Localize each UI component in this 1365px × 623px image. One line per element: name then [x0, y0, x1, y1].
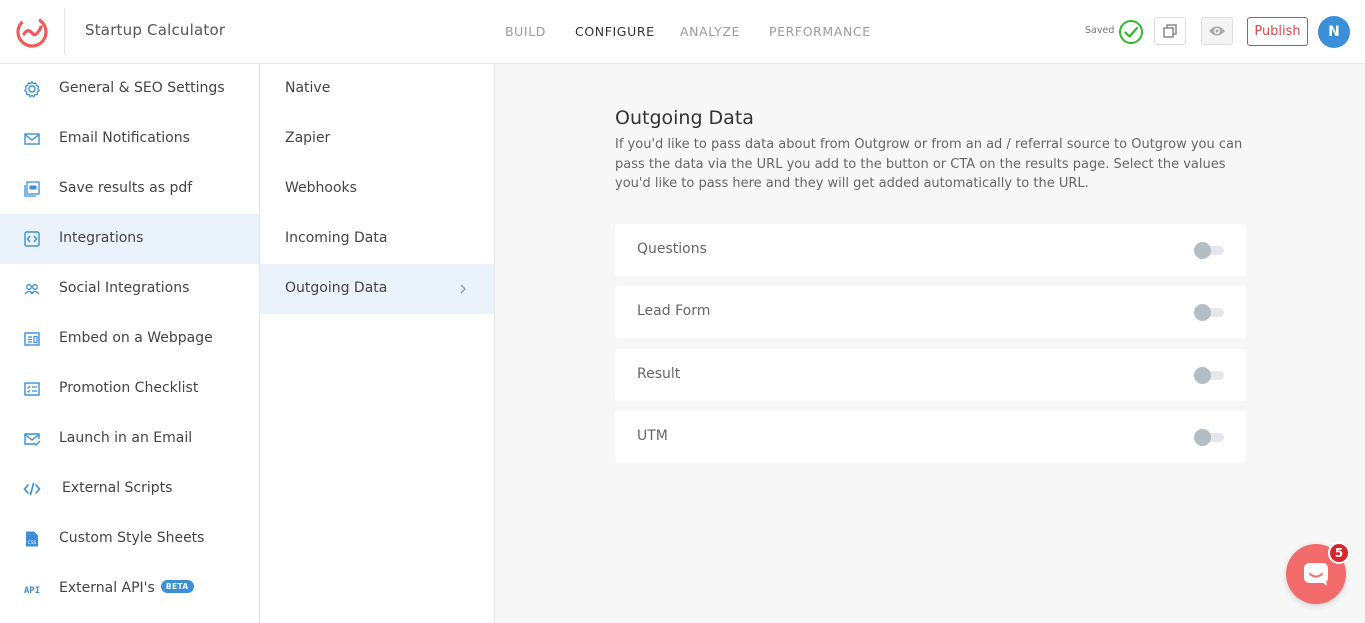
embed-icon — [24, 332, 40, 346]
users-icon — [24, 284, 40, 295]
toggle-knob — [1194, 367, 1211, 384]
sidebar-item-label: Embed on a Webpage — [59, 330, 213, 346]
tab-analyze[interactable]: ANALYZE — [680, 24, 740, 39]
sidebar-item-social-integrations[interactable]: Social Integrations — [0, 264, 259, 314]
top-header: Startup Calculator BUILD CONFIGURE ANALY… — [0, 0, 1365, 64]
tab-performance[interactable]: PERFORMANCE — [769, 24, 871, 39]
saved-label: Saved — [1085, 25, 1115, 36]
page-description: If you'd like to pass data about from Ou… — [615, 137, 1243, 191]
css-file-icon: CSS — [26, 531, 38, 547]
sidebar-item-save-pdf[interactable]: Save results as pdf — [0, 164, 259, 214]
sidebar-item-label: External Scripts — [62, 480, 173, 496]
toggle-knob — [1194, 304, 1211, 321]
result-toggle[interactable] — [1194, 367, 1224, 384]
option-row-result: Result — [615, 349, 1246, 401]
tab-configure[interactable]: CONFIGURE — [575, 24, 655, 39]
option-row-lead-form: Lead Form — [615, 286, 1246, 338]
beta-badge: BETA — [160, 579, 194, 593]
submenu-item-label: Outgoing Data — [285, 280, 388, 296]
page-title: Outgoing Data — [615, 107, 754, 129]
questions-toggle[interactable] — [1194, 242, 1224, 259]
saved-check-icon — [1119, 20, 1143, 44]
sidebar-item-label: Promotion Checklist — [59, 380, 199, 396]
sidebar-item-promotion-checklist[interactable]: Promotion Checklist — [0, 364, 259, 414]
preview-button[interactable] — [1201, 17, 1233, 45]
sidebar-item-external-scripts[interactable]: External Scripts — [0, 464, 259, 514]
toggle-knob — [1194, 242, 1211, 259]
option-row-utm: UTM — [615, 411, 1246, 463]
checklist-icon — [24, 382, 40, 396]
toggle-knob — [1194, 429, 1211, 446]
sidebar-item-email-notifications[interactable]: Email Notifications — [0, 114, 259, 164]
sidebar-item-label: External API's BETA — [59, 579, 194, 596]
envelope-icon — [24, 133, 40, 145]
chevron-right-icon — [460, 284, 466, 294]
option-label: UTM — [637, 428, 668, 444]
chat-unread-badge: 5 — [1328, 542, 1350, 564]
chat-icon — [1304, 563, 1328, 586]
option-row-questions: Questions — [615, 224, 1246, 276]
submenu-item-incoming-data[interactable]: Incoming Data — [260, 214, 494, 264]
duplicate-button[interactable] — [1154, 17, 1186, 45]
gear-icon — [24, 80, 40, 98]
avatar[interactable]: N — [1318, 16, 1350, 48]
integrations-icon — [24, 231, 40, 247]
sidebar-item-label: Custom Style Sheets — [59, 530, 205, 546]
sidebar-item-label: Email Notifications — [59, 130, 190, 146]
sidebar-item-general-seo[interactable]: General & SEO Settings — [0, 64, 259, 114]
sidebar-item-external-apis[interactable]: API External API's BETA — [0, 564, 259, 614]
mail-check-icon — [24, 433, 41, 446]
sidebar-item-integrations[interactable]: Integrations — [0, 214, 259, 264]
svg-text:API: API — [24, 586, 40, 596]
api-icon: API — [24, 586, 40, 596]
option-label: Questions — [637, 241, 707, 257]
duplicate-icon — [1163, 24, 1177, 38]
tab-build[interactable]: BUILD — [505, 24, 546, 39]
pdf-icon — [24, 181, 40, 197]
svg-text:CSS: CSS — [28, 540, 37, 546]
integrations-submenu: Native Zapier Webhooks Incoming Data Out… — [260, 64, 495, 623]
submenu-item-zapier[interactable]: Zapier — [260, 114, 494, 164]
sidebar-item-label-text: External API's — [59, 580, 155, 596]
submenu-item-label: Webhooks — [285, 180, 357, 196]
submenu-item-native[interactable]: Native — [260, 64, 494, 114]
code-icon — [23, 482, 41, 496]
lead-form-toggle[interactable] — [1194, 304, 1224, 321]
sidebar-item-embed-webpage[interactable]: Embed on a Webpage — [0, 314, 259, 364]
sidebar-item-launch-email[interactable]: Launch in an Email — [0, 414, 259, 464]
submenu-item-outgoing-data[interactable]: Outgoing Data — [260, 264, 494, 314]
sidebar-item-label: Launch in an Email — [59, 430, 193, 446]
sidebar: General & SEO Settings Email Notificatio… — [0, 64, 260, 623]
utm-toggle[interactable] — [1194, 429, 1224, 446]
sidebar-item-label: General & SEO Settings — [59, 80, 225, 96]
submenu-item-label: Incoming Data — [285, 230, 388, 246]
sidebar-item-custom-style-sheets[interactable]: CSS Custom Style Sheets — [0, 514, 259, 564]
sidebar-item-label: Social Integrations — [59, 280, 190, 296]
option-label: Lead Form — [637, 303, 711, 319]
publish-button[interactable]: Publish — [1247, 17, 1308, 46]
eye-icon — [1209, 26, 1225, 36]
sidebar-item-label: Integrations — [59, 230, 144, 246]
sidebar-item-label: Save results as pdf — [59, 180, 193, 196]
option-label: Result — [637, 366, 681, 382]
submenu-item-label: Native — [285, 80, 331, 96]
submenu-item-webhooks[interactable]: Webhooks — [260, 164, 494, 214]
submenu-item-label: Zapier — [285, 130, 331, 146]
